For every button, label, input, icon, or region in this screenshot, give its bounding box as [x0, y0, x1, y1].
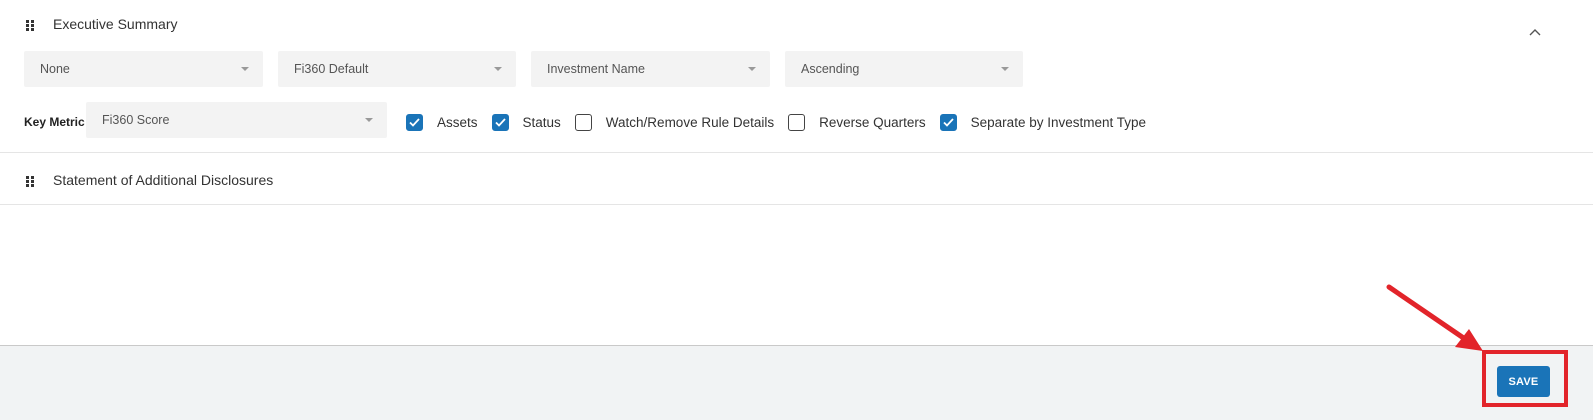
checkbox-label: Status: [522, 114, 561, 130]
grip-icon[interactable]: [26, 19, 35, 31]
select-value: Fi360 Default: [294, 62, 369, 76]
options-checkbox-group: Assets Status Watch/Remove Rule Details …: [406, 111, 1160, 133]
checkbox-label: Separate by Investment Type: [970, 114, 1147, 130]
check-icon: [409, 117, 420, 127]
checkbox-label: Watch/Remove Rule Details: [605, 114, 775, 130]
caret-down-icon: [494, 67, 502, 71]
section-divider: [0, 152, 1593, 153]
key-metric-label: Key Metric: [24, 115, 85, 129]
section-divider: [0, 204, 1593, 205]
executive-summary-header[interactable]: Executive Summary: [0, 14, 1593, 36]
chevron-up-icon[interactable]: [1529, 28, 1541, 36]
group-by-select[interactable]: None: [24, 51, 263, 87]
footer-bar: SAVE: [0, 345, 1593, 420]
additional-disclosures-header[interactable]: Statement of Additional Disclosures: [0, 170, 1593, 190]
annotation-arrow-icon: [1386, 284, 1483, 351]
watch-remove-rule-details-checkbox[interactable]: [574, 113, 592, 131]
sort-by-select[interactable]: Investment Name: [531, 51, 770, 87]
checkbox-label: Reverse Quarters: [819, 114, 926, 130]
caret-down-icon: [1001, 67, 1009, 71]
key-metric-select[interactable]: Fi360 Score: [86, 102, 387, 138]
separate-by-investment-type-checkbox[interactable]: [939, 113, 957, 131]
select-value: Investment Name: [547, 62, 645, 76]
assets-checkbox[interactable]: [406, 113, 423, 131]
check-icon: [494, 117, 506, 127]
status-checkbox[interactable]: [491, 113, 509, 131]
section-title: Statement of Additional Disclosures: [53, 172, 274, 188]
section-title: Executive Summary: [53, 16, 178, 32]
separate-by-type-checkbox-item[interactable]: Separate by Investment Type: [939, 113, 1147, 131]
reverse-quarters-checkbox-item[interactable]: Reverse Quarters: [788, 113, 926, 131]
checkbox-label: Assets: [437, 114, 478, 130]
grip-icon[interactable]: [26, 175, 35, 187]
select-value: None: [40, 62, 70, 76]
caret-down-icon: [241, 67, 249, 71]
caret-down-icon: [365, 118, 373, 122]
check-icon: [943, 117, 954, 127]
reverse-quarters-checkbox[interactable]: [788, 113, 806, 131]
watch-remove-checkbox-item[interactable]: Watch/Remove Rule Details: [574, 113, 775, 131]
caret-down-icon: [748, 67, 756, 71]
template-select[interactable]: Fi360 Default: [278, 51, 516, 87]
select-value: Fi360 Score: [102, 113, 170, 127]
assets-checkbox-item[interactable]: Assets: [406, 113, 478, 131]
status-checkbox-item[interactable]: Status: [491, 113, 561, 131]
select-value: Ascending: [801, 62, 860, 76]
sort-order-select[interactable]: Ascending: [785, 51, 1023, 87]
